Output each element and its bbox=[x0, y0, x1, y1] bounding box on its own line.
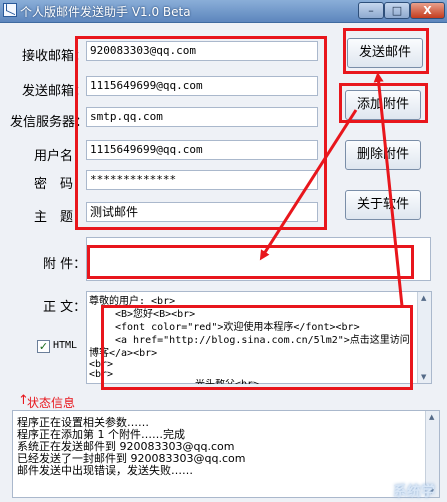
highlight-box-form-fields bbox=[75, 36, 327, 230]
username-input[interactable]: 1115649699@qq.com bbox=[86, 140, 318, 160]
subject-input[interactable]: 测试邮件 bbox=[86, 202, 318, 222]
password-input[interactable]: ************* bbox=[86, 170, 318, 190]
body-line: 博客</a><br> bbox=[89, 348, 158, 359]
about-button[interactable]: 关于软件 bbox=[345, 190, 421, 220]
send-email-button[interactable]: 发送邮件 bbox=[347, 38, 423, 68]
attachment-label: 附 件： bbox=[43, 257, 87, 272]
status-log[interactable]: 程序正在设置相关参数…… 程序正在添加第 1 个附件……完成 系统正在发送邮件到… bbox=[12, 410, 440, 498]
html-checkbox[interactable]: ✓ bbox=[37, 340, 50, 353]
scroll-down-icon[interactable]: ▼ bbox=[421, 373, 426, 381]
body-label: 正 文： bbox=[43, 300, 87, 315]
body-line: 尊敬的用户: <br> bbox=[89, 296, 176, 307]
delete-attachment-button[interactable]: 删除附件 bbox=[345, 140, 421, 170]
subject-label: 主 题： bbox=[34, 210, 87, 225]
status-line: 邮件发送中出现错误，发送失败…… bbox=[17, 464, 193, 477]
add-attachment-button[interactable]: 添加附件 bbox=[345, 90, 421, 120]
maximize-button[interactable]: □ bbox=[384, 2, 410, 19]
window-title: 个人版邮件发送助手 V1.0 Beta bbox=[20, 5, 191, 19]
minimize-button[interactable]: – bbox=[358, 2, 384, 19]
body-line: <a href="http://blog.sina.com.cn/5lm2">点… bbox=[115, 335, 410, 346]
to-label: 接收邮箱： bbox=[22, 49, 88, 64]
status-label: 状态信息 bbox=[27, 396, 76, 410]
body-line: <br> bbox=[89, 369, 114, 380]
server-label: 发信服务器： bbox=[10, 115, 89, 130]
email-body-textarea[interactable]: 尊敬的用户: <br> <B>您好<B><br> <font color="re… bbox=[86, 291, 432, 384]
password-label: 密 码： bbox=[34, 177, 87, 192]
body-line: <B>您好<B><br> bbox=[115, 309, 196, 320]
scroll-up-icon[interactable]: ▲ bbox=[421, 294, 426, 302]
scroll-up-icon[interactable]: ▲ bbox=[429, 413, 434, 421]
to-email-input[interactable]: 920083303@qq.com bbox=[86, 41, 318, 61]
title-bar[interactable]: 个人版邮件发送助手 V1.0 Beta – □ X bbox=[0, 0, 447, 23]
app-envelope-icon bbox=[3, 3, 17, 17]
body-line: <font color="red">欢迎使用本程序</font><br> bbox=[115, 322, 360, 333]
body-scrollbar[interactable]: ▲ ▼ bbox=[417, 292, 431, 383]
username-label: 用户名： bbox=[34, 149, 87, 164]
from-email-input[interactable]: 1115649699@qq.com bbox=[86, 76, 318, 96]
body-line: 光头敖父<br> bbox=[195, 379, 259, 384]
smtp-server-input[interactable]: smtp.qq.com bbox=[86, 107, 318, 127]
html-checkbox-label: HTML bbox=[53, 340, 78, 351]
close-button[interactable]: X bbox=[410, 2, 445, 19]
attachment-list[interactable] bbox=[86, 237, 431, 281]
from-label: 发送邮箱： bbox=[22, 84, 88, 99]
watermark-logo: 系统学 bbox=[393, 484, 435, 500]
